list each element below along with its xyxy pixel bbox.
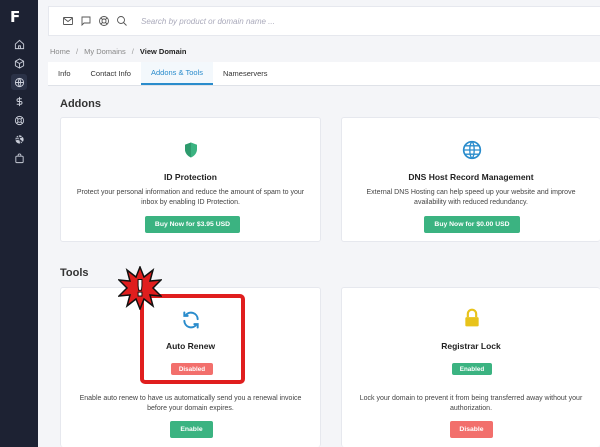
search-input[interactable] xyxy=(141,16,441,26)
sidebar: F xyxy=(0,0,38,447)
buy-dns-management-button[interactable]: Buy Now for $0.00 USD xyxy=(424,216,520,233)
dribbble-icon[interactable] xyxy=(11,131,27,147)
card-title: ID Protection xyxy=(164,172,217,182)
top-bar xyxy=(48,6,600,36)
domain-tabs: Info Contact Info Addons & Tools Nameser… xyxy=(48,62,600,86)
enable-auto-renew-button[interactable]: Enable xyxy=(170,421,213,438)
breadcrumb-home[interactable]: Home xyxy=(50,47,70,56)
registrar-lock-card: Registrar Lock Enabled Lock your domain … xyxy=(341,287,600,447)
dollar-icon[interactable] xyxy=(11,93,27,109)
bag-icon[interactable] xyxy=(11,150,27,166)
box-icon[interactable] xyxy=(11,55,27,71)
card-description: Lock your domain to prevent it from bein… xyxy=(359,395,583,412)
dns-management-card: DNS Host Record Management External DNS … xyxy=(341,117,600,242)
card-description: Enable auto renew to have us automatical… xyxy=(79,395,302,412)
card-title: Registrar Lock xyxy=(441,341,501,351)
tab-addons-tools[interactable]: Addons & Tools xyxy=(140,62,213,85)
card-description: External DNS Hosting can help speed up y… xyxy=(366,189,576,206)
breadcrumb-my-domains[interactable]: My Domains xyxy=(84,47,126,56)
status-badge: Enabled xyxy=(452,363,492,375)
support-icon[interactable] xyxy=(97,14,111,28)
addons-heading: Addons xyxy=(60,98,101,110)
shield-icon xyxy=(181,140,201,160)
card-description: Protect your personal information and re… xyxy=(76,189,305,206)
buy-id-protection-button[interactable]: Buy Now for $3.95 USD xyxy=(145,216,240,233)
alert-starburst-icon: ! xyxy=(118,266,162,310)
chat-icon[interactable] xyxy=(79,14,93,28)
card-title: DNS Host Record Management xyxy=(408,172,534,182)
lock-icon xyxy=(462,308,482,328)
disable-registrar-lock-button[interactable]: Disable xyxy=(450,421,493,438)
breadcrumb: Home / My Domains / View Domain xyxy=(50,47,187,56)
brand-logo[interactable]: F xyxy=(10,8,28,26)
mail-icon[interactable] xyxy=(61,14,75,28)
id-protection-card: ID Protection Protect your personal info… xyxy=(60,117,321,242)
globe-icon xyxy=(462,140,482,160)
lifebuoy-icon[interactable] xyxy=(11,112,27,128)
breadcrumb-current: View Domain xyxy=(139,47,187,56)
tools-heading: Tools xyxy=(60,267,89,279)
tab-info[interactable]: Info xyxy=(48,62,81,85)
home-icon[interactable] xyxy=(11,36,27,52)
globe-icon[interactable] xyxy=(11,74,27,90)
tab-contact-info[interactable]: Contact Info xyxy=(81,62,141,85)
tab-nameservers[interactable]: Nameservers xyxy=(213,62,278,85)
search-icon[interactable] xyxy=(115,14,129,28)
alert-mark: ! xyxy=(135,277,145,302)
